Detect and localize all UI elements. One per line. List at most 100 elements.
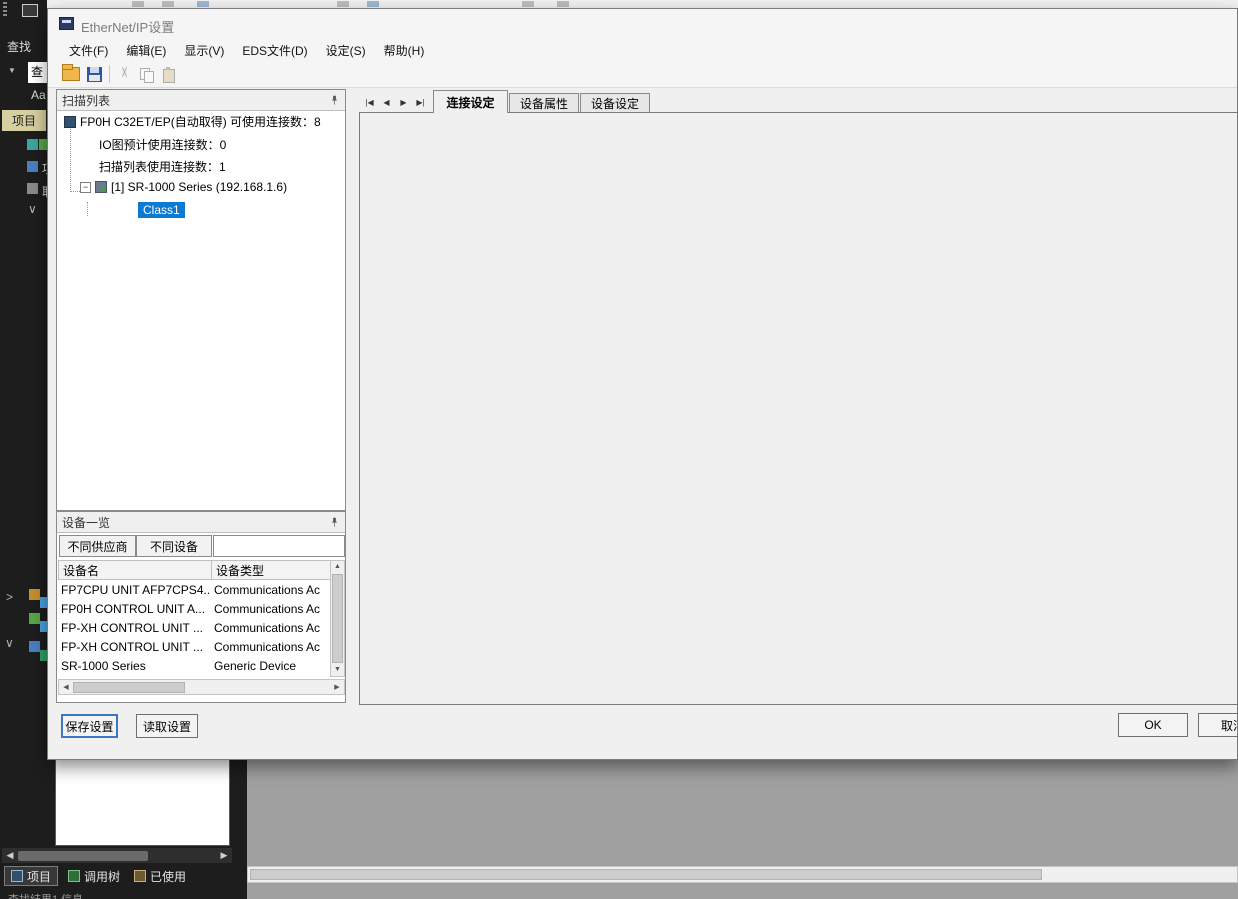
dock-chevron-icon[interactable]: ∨: [28, 202, 37, 216]
mdi-scrollbar-thumb[interactable]: [250, 869, 1042, 880]
open-file-icon[interactable]: [62, 67, 80, 81]
tab-first-icon[interactable]: |◀: [361, 93, 378, 111]
dock-horizontal-scrollbar[interactable]: ◀ ▶: [2, 848, 232, 863]
bg-toolbar-icon: [557, 1, 569, 7]
save-settings-button[interactable]: 保存设置: [61, 714, 118, 738]
bottom-tab-project[interactable]: 项目: [4, 866, 58, 886]
column-label: 设备名: [63, 562, 99, 579]
save-icon[interactable]: [87, 67, 102, 82]
device-row-name[interactable]: FP-XH CONTROL UNIT ...: [61, 619, 209, 638]
menu-settings[interactable]: 设定(S): [317, 39, 375, 62]
device-row-type[interactable]: Generic Device: [214, 657, 329, 676]
tree-device-node[interactable]: − [1] SR-1000 Series (192.168.1.6): [80, 180, 287, 194]
tree-connection-label: Class1: [138, 202, 185, 218]
device-row-name[interactable]: SR-1000 Series: [61, 657, 209, 676]
ok-button[interactable]: OK: [1118, 713, 1188, 737]
status-bar-text: 查找结果1 信息: [8, 891, 83, 899]
scan-list-panel: 扫描列表 FP0H C32ET/EP(自动取得) 可使用连接数：8 IO图预计使…: [56, 89, 346, 511]
bottom-tab-used[interactable]: 已使用: [128, 866, 192, 886]
dock-tool-icon-6[interactable]: [29, 613, 40, 624]
device-row-type[interactable]: Communications Ac: [214, 581, 329, 600]
scroll-left-icon[interactable]: ◀: [59, 683, 73, 691]
mdi-horizontal-scrollbar[interactable]: [247, 866, 1238, 883]
plc-device-icon: [64, 116, 76, 128]
screen: 查找 ▼ 查 Aa 项目 项 取 ∨ > ∨ ◀ ▶ 项目: [0, 0, 1238, 899]
scroll-up-icon[interactable]: ▲: [334, 561, 341, 573]
device-list-title: 设备一览: [62, 514, 110, 531]
tree-io-label: IO图预计使用连接数：0: [99, 136, 226, 153]
tree-connector: [87, 202, 88, 216]
tree-connector: [70, 124, 71, 192]
project-vertical-tab[interactable]: 项目: [2, 110, 46, 131]
bottom-tab-used-label: 已使用: [150, 868, 186, 885]
dialog-titlebar[interactable]: EtherNet/IP设置: [48, 9, 1237, 39]
tree-device-label: [1] SR-1000 Series (192.168.1.6): [111, 180, 287, 194]
bg-toolbar-icon: [367, 1, 379, 7]
dock-expand-right-icon[interactable]: >: [6, 590, 13, 604]
bottom-tab-calltree[interactable]: 调用树: [62, 866, 126, 886]
tree-connection-node[interactable]: Class1: [138, 202, 185, 218]
device-row-name[interactable]: FP7CPU UNIT AFP7CPS4...: [61, 581, 209, 600]
scrollbar-thumb[interactable]: [73, 682, 185, 693]
menu-eds-file[interactable]: EDS文件(D): [233, 39, 316, 62]
dock-tool-icon-8[interactable]: [29, 641, 40, 652]
device-list-panel: 设备一览 不同供应商 不同设备 设备名 设备类型 FP7CPU UNIT AFP…: [56, 511, 346, 703]
menu-help[interactable]: 帮助(H): [375, 39, 434, 62]
tree-scanlist-node[interactable]: 扫描列表使用连接数：1: [99, 158, 226, 175]
tab-last-icon[interactable]: ▶|: [412, 93, 429, 111]
tree-collapse-icon[interactable]: −: [80, 182, 91, 193]
tree-io-node[interactable]: IO图预计使用连接数：0: [99, 136, 226, 153]
device-name-column-header[interactable]: 设备名: [58, 560, 212, 580]
scroll-right-icon[interactable]: ▶: [330, 683, 344, 691]
scrollbar-thumb[interactable]: [332, 574, 343, 663]
dock-tool-icon-4[interactable]: [27, 183, 38, 194]
by-vendor-button[interactable]: 不同供应商: [59, 535, 136, 557]
connection-settings-page: [359, 112, 1238, 705]
tree-root-label: FP0H C32ET/EP(自动取得) 可使用连接数：8: [80, 113, 321, 130]
device-row-name[interactable]: FP0H CONTROL UNIT A...: [61, 600, 209, 619]
scroll-right-icon[interactable]: ▶: [216, 850, 232, 861]
paste-icon[interactable]: [161, 67, 176, 82]
tree-root-node[interactable]: FP0H C32ET/EP(自动取得) 可使用连接数：8: [64, 113, 321, 130]
device-row-type[interactable]: Communications Ac: [214, 619, 329, 638]
device-filter-input[interactable]: [213, 535, 345, 557]
find-input[interactable]: 查: [28, 62, 47, 83]
device-row-name[interactable]: FP-XH CONTROL UNIT ...: [61, 638, 209, 657]
bg-toolbar-icon: [132, 1, 144, 7]
copy-icon[interactable]: [139, 67, 154, 82]
device-list-hscrollbar[interactable]: ◀ ▶: [58, 679, 345, 695]
device-list-vscrollbar[interactable]: ▲ ▼: [330, 560, 345, 677]
column-label: 设备类型: [216, 562, 264, 579]
menu-bar: 文件(F) 编辑(E) 显示(V) EDS文件(D) 设定(S) 帮助(H): [48, 39, 1237, 61]
dock-chevron2-icon[interactable]: ∨: [5, 636, 14, 650]
menu-file[interactable]: 文件(F): [60, 39, 117, 62]
scroll-down-icon[interactable]: ▼: [334, 664, 341, 676]
dock-folder-icon[interactable]: [29, 589, 40, 600]
device-row-type[interactable]: Communications Ac: [214, 638, 329, 657]
pin-icon[interactable]: [329, 94, 340, 107]
read-settings-button[interactable]: 读取设置: [136, 714, 198, 738]
scroll-left-icon[interactable]: ◀: [2, 850, 18, 861]
scrollbar-thumb[interactable]: [18, 851, 148, 861]
cut-icon[interactable]: [117, 67, 132, 82]
match-case-toggle[interactable]: Aa: [31, 88, 46, 102]
menu-edit[interactable]: 编辑(E): [117, 39, 175, 62]
tab-next-icon[interactable]: ▶: [395, 93, 412, 111]
dock-tool-icon-3[interactable]: [27, 161, 38, 172]
tab-nav-buttons: |◀ ◀ ▶ ▶|: [361, 93, 429, 111]
tab-prev-icon[interactable]: ◀: [378, 93, 395, 111]
tab-connection-settings[interactable]: 连接设定: [433, 90, 508, 113]
device-row-type[interactable]: Communications Ac: [214, 600, 329, 619]
panel-window-icon[interactable]: [22, 4, 38, 17]
dock-tool-icon-1[interactable]: [27, 139, 38, 150]
device-type-column-header[interactable]: 设备类型: [211, 560, 331, 580]
tab-device-properties[interactable]: 设备属性: [509, 93, 579, 113]
pin-icon[interactable]: [329, 516, 340, 529]
tab-device-settings[interactable]: 设备设定: [580, 93, 650, 113]
menu-view[interactable]: 显示(V): [175, 39, 233, 62]
cancel-button[interactable]: 取消: [1198, 713, 1238, 737]
dock-grip-handle[interactable]: [3, 2, 7, 16]
bottom-tab-project-label: 项目: [27, 868, 51, 885]
by-device-button[interactable]: 不同设备: [136, 535, 212, 557]
chevron-down-icon[interactable]: ▼: [8, 66, 16, 75]
